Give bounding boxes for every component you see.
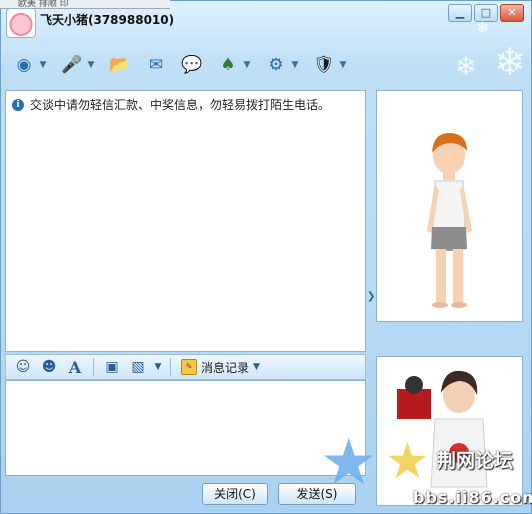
- message-display-area[interactable]: i 交谈中请勿轻信汇款、中奖信息，勿轻易拨打陌生电话。: [5, 90, 366, 352]
- message-history-label: 消息记录: [201, 360, 250, 375]
- chevron-down-icon[interactable]: ▼: [289, 60, 301, 70]
- webcam-icon[interactable]: ◉: [11, 52, 37, 78]
- watermark-title: 荆网论坛: [437, 450, 514, 472]
- watermark-url: bbs.ii86.com: [413, 488, 532, 507]
- chat-bubble-icon[interactable]: 💬: [179, 52, 205, 78]
- chevron-down-icon[interactable]: ▼: [337, 60, 349, 70]
- toolbar-webcam[interactable]: ◉ ▼: [8, 48, 52, 82]
- chevron-down-icon[interactable]: ▼: [85, 60, 97, 70]
- message-input[interactable]: [5, 380, 366, 476]
- snowflake-icon: ❄: [455, 52, 477, 82]
- star-decoration-icon: ★: [320, 426, 378, 500]
- close-window-button[interactable]: ✕: [500, 4, 524, 22]
- close-button[interactable]: 关闭(C): [202, 483, 268, 505]
- font-icon[interactable]: A: [63, 356, 87, 378]
- sms-icon[interactable]: ✉: [143, 52, 169, 78]
- send-file-icon[interactable]: 📂: [107, 52, 133, 78]
- toolbar-sms[interactable]: ✉: [140, 48, 172, 82]
- chevron-down-icon[interactable]: ▼: [241, 60, 253, 70]
- toolbar-divider: [93, 358, 94, 376]
- toolbar-divider: [170, 358, 171, 376]
- chevron-down-icon[interactable]: ▼: [37, 60, 49, 70]
- info-icon: i: [12, 98, 24, 111]
- toolbar-game[interactable]: ♠ ▼: [212, 48, 256, 82]
- image-icon[interactable]: ▣: [100, 356, 124, 378]
- contact-show-panel: [376, 90, 523, 322]
- screenshot-icon[interactable]: ▧: [126, 356, 150, 378]
- star-decoration-icon: ★: [385, 432, 430, 490]
- toolbar-security[interactable]: 🛡 ▼: [308, 48, 352, 82]
- emoticon-icon[interactable]: ☺: [11, 356, 35, 378]
- snowflake-icon: ❄: [476, 18, 490, 37]
- history-icon: ✎: [181, 359, 197, 375]
- microphone-icon[interactable]: 🎤: [59, 52, 85, 78]
- window-title: 飞天小猪(378988010): [40, 13, 175, 27]
- apps-icon[interactable]: ⚙: [263, 52, 289, 78]
- toolbar-chat[interactable]: 💬: [176, 48, 208, 82]
- collapse-panel-icon[interactable]: ❯: [367, 291, 375, 302]
- input-toolbar: ☺ ☻ A ▣ ▧ ▼ ✎ 消息记录 ▼: [5, 354, 366, 380]
- action-bar: 关闭(C) 发送(S): [5, 480, 366, 508]
- security-notice-text: 交谈中请勿轻信汇款、中奖信息，勿轻易拨打陌生电话。: [30, 98, 331, 112]
- contact-avatar[interactable]: [6, 8, 36, 38]
- magic-emoticon-icon[interactable]: ☻: [37, 356, 61, 378]
- message-history-button[interactable]: ✎ 消息记录 ▼: [177, 359, 264, 376]
- toolbar-microphone[interactable]: 🎤 ▼: [56, 48, 100, 82]
- security-notice: i 交谈中请勿轻信汇款、中奖信息，勿轻易拨打陌生电话。: [12, 96, 330, 113]
- main-toolbar: ◉ ▼ 🎤 ▼ 📂 ✉ 💬 ♠ ▼ ⚙ ▼ 🛡 ▼: [8, 46, 352, 84]
- minimize-button[interactable]: ▁: [448, 4, 472, 22]
- security-icon[interactable]: 🛡: [311, 52, 337, 78]
- chevron-down-icon[interactable]: ▼: [253, 362, 260, 372]
- contact-avatar-figure: [427, 133, 472, 308]
- game-icon[interactable]: ♠: [215, 52, 241, 78]
- snowflake-icon: ❄: [494, 40, 526, 84]
- toolbar-send-file[interactable]: 📂: [104, 48, 136, 82]
- toolbar-apps[interactable]: ⚙ ▼: [260, 48, 304, 82]
- chevron-down-icon[interactable]: ▼: [152, 356, 164, 378]
